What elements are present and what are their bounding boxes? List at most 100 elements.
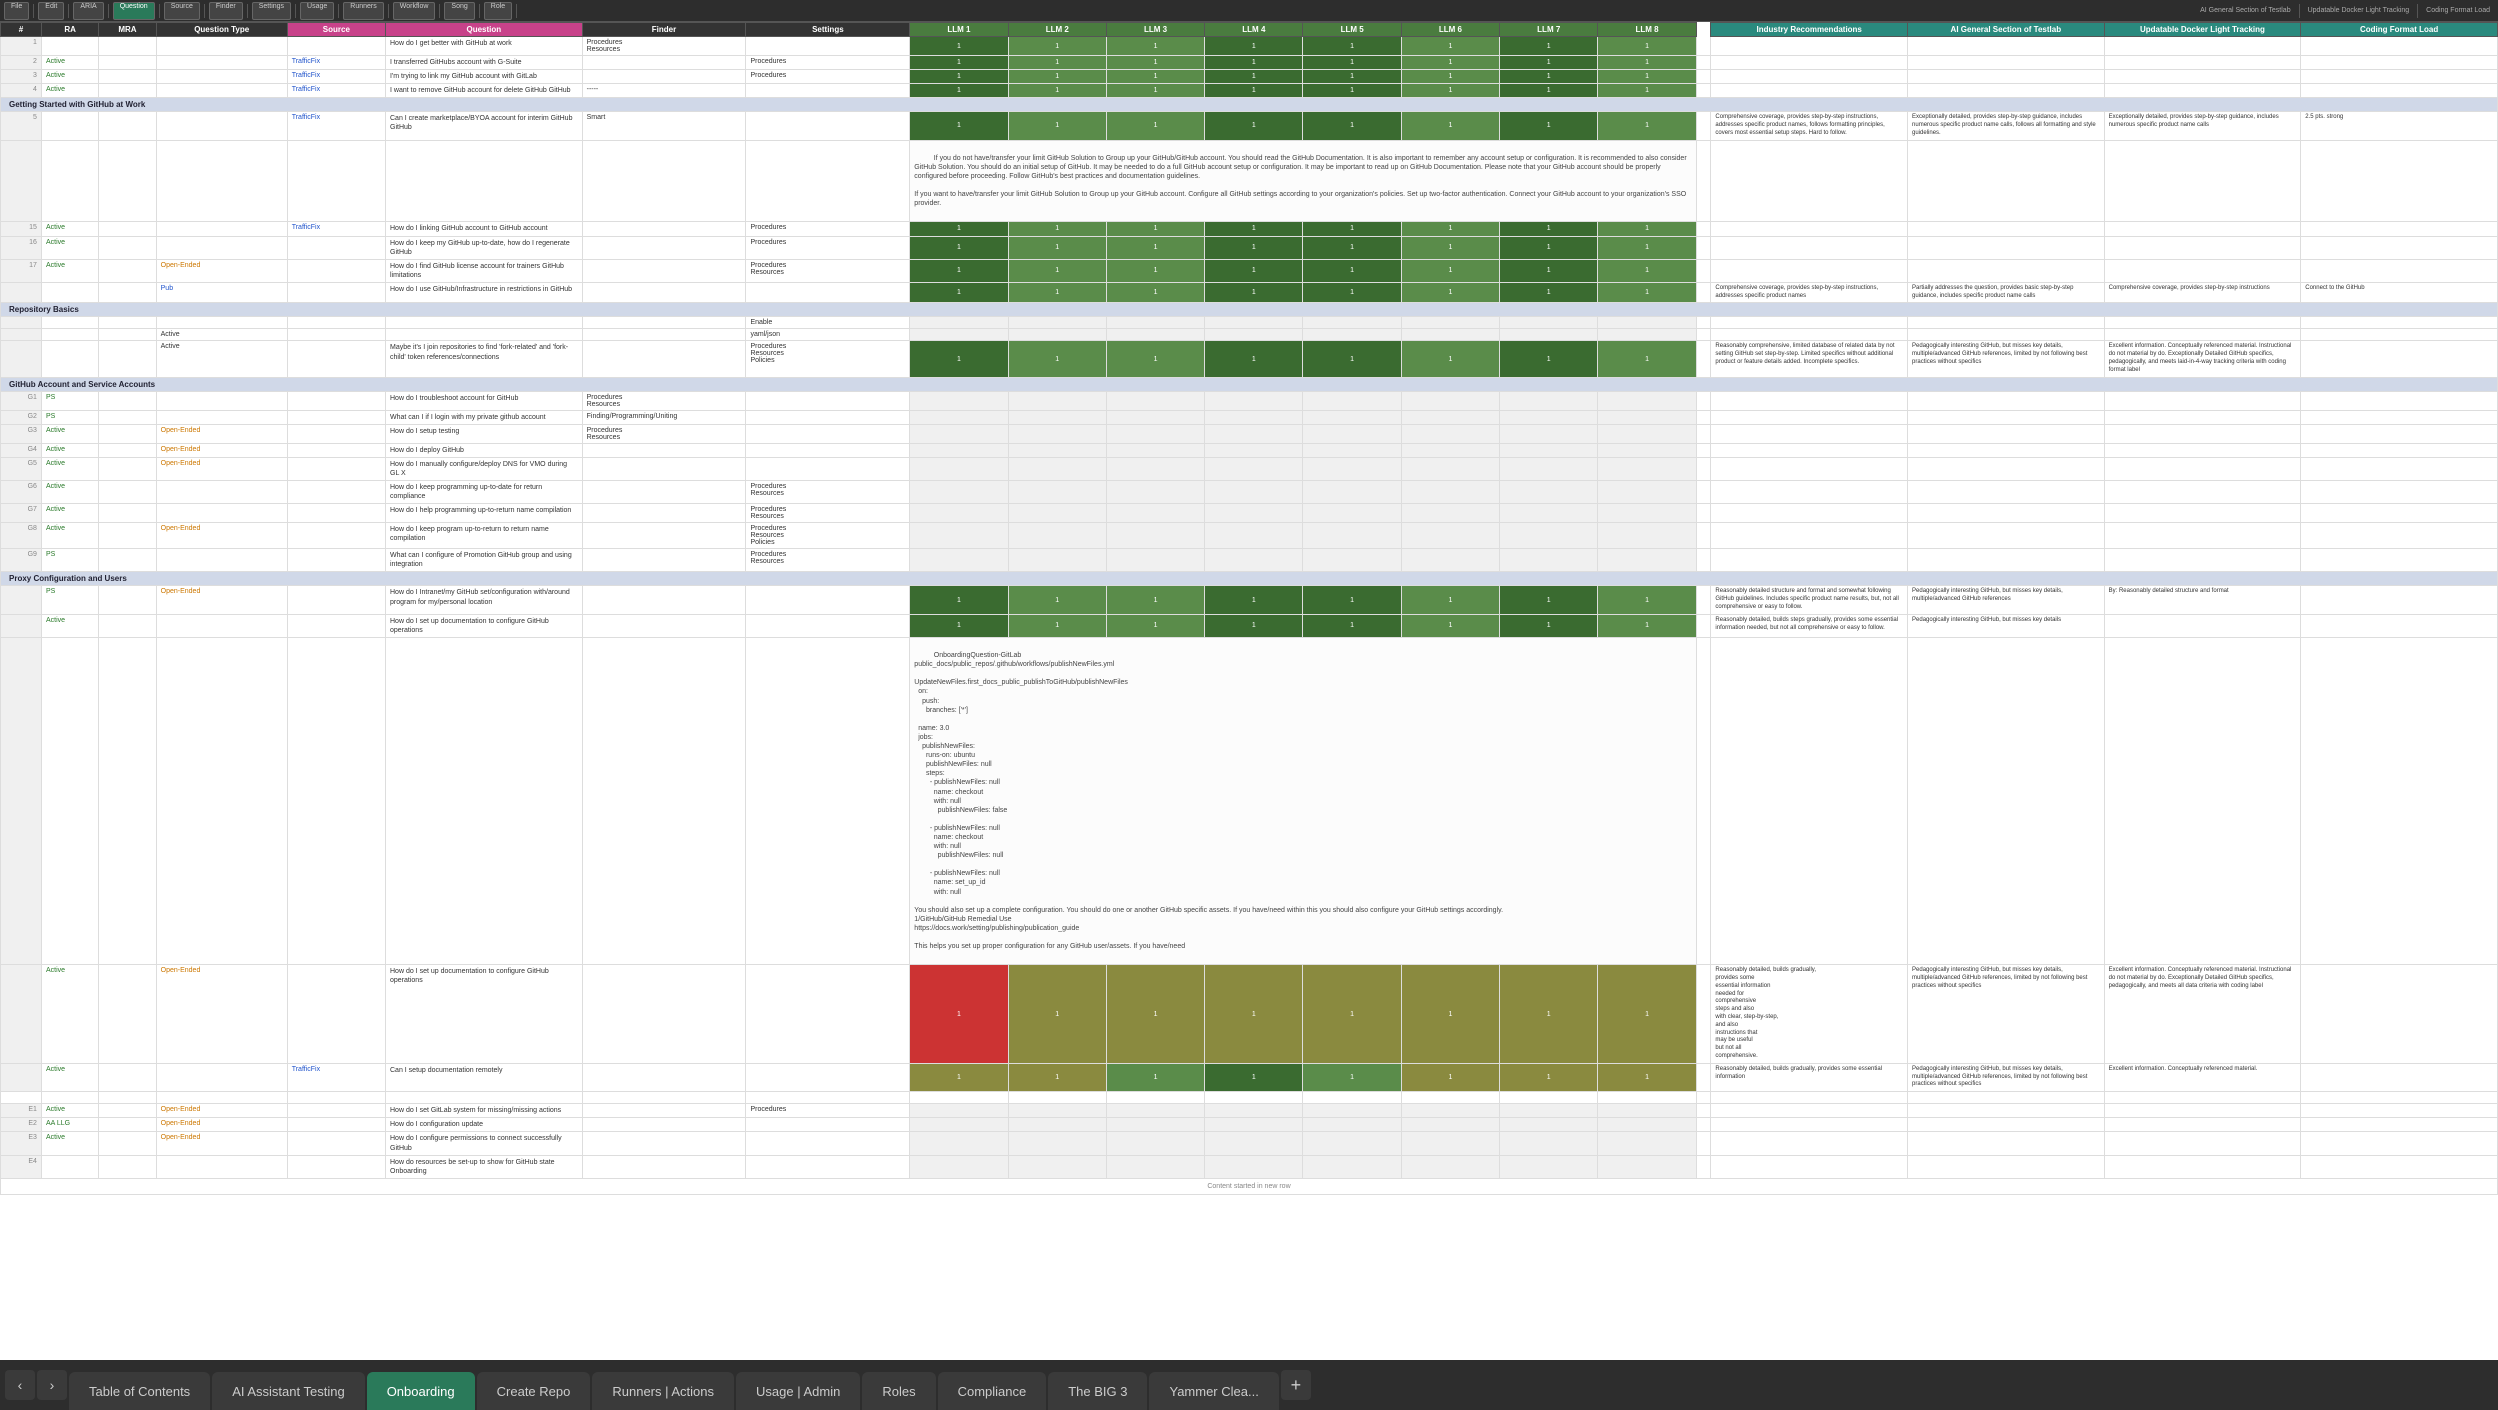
tab-usage-admin[interactable]: Usage | Admin <box>736 1372 860 1410</box>
cell-ai-gen <box>1908 236 2105 259</box>
cell-coding <box>2301 341 2498 377</box>
score-cell-empty <box>1500 424 1598 443</box>
score-cell-empty <box>1598 391 1696 410</box>
cell-question[interactable]: How do I keep my GitHub up-to-date, how … <box>386 236 583 259</box>
score-cell-empty <box>1500 457 1598 480</box>
cell-question[interactable]: Can I setup documentation remotely <box>386 1063 583 1091</box>
tab-yammer[interactable]: Yammer Clea... <box>1149 1372 1278 1410</box>
score-cell: 1 <box>1303 259 1401 282</box>
cell-question[interactable]: What can I configure of Promotion GitHub… <box>386 549 583 572</box>
toolbar-usage[interactable]: Usage <box>300 2 334 20</box>
toolbar-song[interactable]: Song <box>444 2 474 20</box>
score-cell-empty <box>1598 457 1696 480</box>
cell-ra: Active <box>41 259 98 282</box>
cell-ra: AA LLG <box>41 1118 98 1132</box>
score-cell-empty <box>1106 1155 1204 1178</box>
score-cell: 1 <box>1401 56 1499 70</box>
spreadsheet[interactable]: # RA MRA Question Type Source Question F… <box>0 22 2498 1382</box>
toolbar-file[interactable]: File <box>4 2 29 20</box>
tab-prev-btn[interactable]: ‹ <box>5 1370 35 1400</box>
cell-mra <box>99 37 156 56</box>
cell-question[interactable]: How do I configure permissions to connec… <box>386 1132 583 1155</box>
cell-question[interactable]: How do I use GitHub/Infrastructure in re… <box>386 282 583 303</box>
toolbar-edit[interactable]: Edit <box>38 2 64 20</box>
score-cell: 1 <box>1401 1063 1499 1091</box>
cell-question[interactable]: I want to remove GitHub account for dele… <box>386 84 583 98</box>
cell-question[interactable]: How do I deploy GitHub <box>386 443 583 457</box>
cell-question[interactable]: I'm trying to link my GitHub account wit… <box>386 70 583 84</box>
cell-question[interactable]: How do I find GitHub license account for… <box>386 259 583 282</box>
tab-ai[interactable]: AI Assistant Testing <box>212 1372 365 1410</box>
toolbar-role[interactable]: Role <box>484 2 512 20</box>
toolbar-source[interactable]: Source <box>164 2 200 20</box>
cell-question[interactable]: How do I configuration update <box>386 1118 583 1132</box>
cell-question[interactable]: How do I set up documentation to configu… <box>386 614 583 637</box>
cell-question[interactable]: How do I manually configure/deploy DNS f… <box>386 457 583 480</box>
score-cell: 1 <box>1106 1063 1204 1091</box>
score-cell-empty <box>1500 1104 1598 1118</box>
toolbar-aria[interactable]: ARIA <box>73 2 103 20</box>
cell-type: Open-Ended <box>156 457 287 480</box>
tab-roles[interactable]: Roles <box>862 1372 935 1410</box>
toolbar-question[interactable]: Question <box>113 2 155 20</box>
cell-question[interactable]: How do I keep program up-to-return to re… <box>386 523 583 549</box>
cell-src <box>287 410 385 424</box>
cell-question[interactable]: How do I set up documentation to configu… <box>386 965 583 1064</box>
data-row: G1 PS How do I troubleshoot account for … <box>1 391 2498 410</box>
divider-col <box>1696 341 1711 377</box>
toolbar-finder[interactable]: Finder <box>209 2 243 20</box>
cell-question[interactable]: How do I get better with GitHub at work <box>386 37 583 56</box>
tab-create-repo[interactable]: Create Repo <box>477 1372 591 1410</box>
tab-add-btn[interactable]: + <box>1281 1370 1311 1400</box>
cell-src <box>287 341 385 377</box>
score-cell-empty <box>1008 504 1106 523</box>
cell-question[interactable]: How do resources be set-up to show for G… <box>386 1155 583 1178</box>
cell-question[interactable]: How do I linking GitHub account to GitHu… <box>386 222 583 236</box>
cell-finder <box>582 222 746 236</box>
cell-question[interactable]: Can I create marketplace/BYOA account fo… <box>386 112 583 140</box>
cell-question[interactable]: How do I keep programming up-to-date for… <box>386 481 583 504</box>
toolbar-runners[interactable]: Runners <box>343 2 383 20</box>
cell-question[interactable]: How do I setup testing <box>386 424 583 443</box>
tab-runners-actions[interactable]: Runners | Actions <box>592 1372 734 1410</box>
cell-question[interactable]: How do I help programming up-to-return n… <box>386 504 583 523</box>
cell-coding <box>2301 457 2498 480</box>
cell-industry-rec <box>1711 457 1908 480</box>
score-cell-empty <box>1401 481 1499 504</box>
cell-question[interactable]: How do I set GitLab system for missing/m… <box>386 1104 583 1118</box>
cell-question[interactable]: Maybe it's I join repositories to find '… <box>386 341 583 377</box>
tab-toc[interactable]: Table of Contents <box>69 1372 210 1410</box>
cell-question[interactable] <box>386 329 583 341</box>
cell-question[interactable]: I transferred GitHubs account with G-Sui… <box>386 56 583 70</box>
tab-big3[interactable]: The BIG 3 <box>1048 1372 1147 1410</box>
score-cell: 1 <box>1008 70 1106 84</box>
cell-mra <box>99 1063 156 1091</box>
cell-question[interactable]: How do I Intranet/my GitHub set/configur… <box>386 586 583 614</box>
tab-next-btn[interactable]: › <box>37 1370 67 1400</box>
score-cell: 1 <box>1598 614 1696 637</box>
toolbar: File Edit ARIA Question Source Finder Se… <box>0 0 2498 22</box>
cell-src <box>287 424 385 443</box>
toolbar-settings[interactable]: Settings <box>252 2 291 20</box>
divider-col <box>1696 37 1711 56</box>
divider14 <box>2417 4 2418 18</box>
cell-question[interactable]: What can I if I login with my private gi… <box>386 410 583 424</box>
score-cell-empty <box>1205 1104 1303 1118</box>
cell-rec-large <box>1711 638 1908 965</box>
empty-cell <box>2301 1092 2498 1104</box>
cell-docker <box>2104 1118 2301 1132</box>
cell-question[interactable] <box>386 317 583 329</box>
empty-cell <box>1908 1092 2105 1104</box>
row-num: E4 <box>1 1155 42 1178</box>
cell-ra: Active <box>41 70 98 84</box>
score-cell: 1 <box>1106 965 1204 1064</box>
cell-finder <box>582 317 746 329</box>
tab-compliance[interactable]: Compliance <box>938 1372 1047 1410</box>
toolbar-workflow[interactable]: Workflow <box>393 2 436 20</box>
cell-docker-large <box>2104 140 2301 222</box>
score-cell: 1 <box>1008 282 1106 303</box>
tab-onboarding[interactable]: Onboarding <box>367 1372 475 1410</box>
score-cell-empty <box>1598 317 1696 329</box>
cell-question[interactable]: How do I troubleshoot account for GitHub <box>386 391 583 410</box>
score-cell: 1 <box>1008 614 1106 637</box>
